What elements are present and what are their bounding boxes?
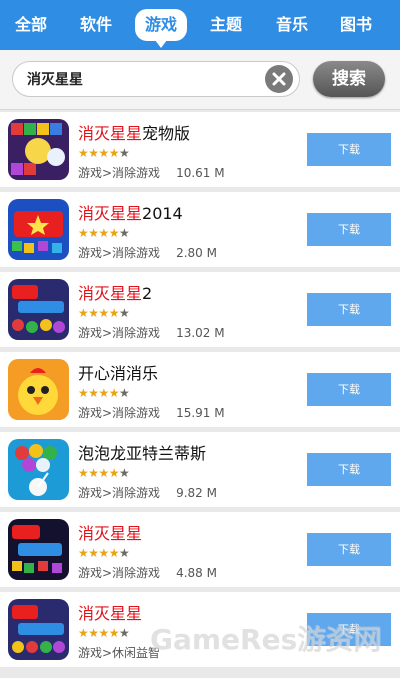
- list-item[interactable]: 消灭星星 ★★★★★ 游戏>休闲益智 下载: [0, 592, 400, 667]
- search-button[interactable]: 搜索: [313, 61, 385, 97]
- rating-stars: ★★★★★: [78, 386, 130, 400]
- download-button[interactable]: 下载: [307, 373, 391, 406]
- tab-games[interactable]: 游戏: [135, 9, 187, 48]
- app-name: 消灭星星宠物版: [78, 124, 191, 143]
- app-meta: 游戏>消除游戏 2.80 M: [78, 246, 217, 260]
- close-icon: [272, 72, 286, 86]
- download-button[interactable]: 下载: [307, 293, 391, 326]
- app-icon-happy-match: [8, 359, 69, 420]
- download-button[interactable]: 下载: [307, 213, 391, 246]
- download-button[interactable]: 下载: [307, 533, 391, 566]
- download-button[interactable]: 下载: [307, 453, 391, 486]
- rating-stars: ★★★★★: [78, 146, 130, 160]
- search-input[interactable]: [27, 62, 257, 96]
- tab-music[interactable]: 音乐: [266, 9, 318, 41]
- list-item[interactable]: 消灭星星 ★★★★★ 游戏>消除游戏 4.88 M 下载: [0, 512, 400, 587]
- app-meta: 游戏>消除游戏 15.91 M: [78, 406, 225, 420]
- list-item[interactable]: 泡泡龙亚特兰蒂斯 ★★★★★ 游戏>消除游戏 9.82 M 下载: [0, 432, 400, 507]
- list-item[interactable]: 消灭星星2 ★★★★★ 游戏>消除游戏 13.02 M 下载: [0, 272, 400, 347]
- top-nav-bar: 全部 软件 游戏 主题 音乐 图书: [0, 0, 400, 50]
- app-icon-popstar-2014: [8, 199, 69, 260]
- app-meta: 游戏>休闲益智: [78, 646, 161, 660]
- download-button[interactable]: 下载: [307, 133, 391, 166]
- app-name: 消灭星星: [78, 604, 143, 623]
- list-item[interactable]: 开心消消乐 ★★★★★ 游戏>消除游戏 15.91 M 下载: [0, 352, 400, 427]
- rating-stars: ★★★★★: [78, 546, 130, 560]
- tab-themes[interactable]: 主题: [200, 9, 252, 41]
- app-meta: 游戏>消除游戏 4.88 M: [78, 566, 217, 580]
- download-button[interactable]: 下载: [307, 613, 391, 646]
- app-icon-popstar-candy: [8, 599, 69, 660]
- rating-stars: ★★★★★: [78, 226, 130, 240]
- app-meta: 游戏>消除游戏 9.82 M: [78, 486, 217, 500]
- app-meta: 游戏>消除游戏 13.02 M: [78, 326, 225, 340]
- tab-all[interactable]: 全部: [6, 9, 56, 41]
- clear-search-button[interactable]: [265, 65, 293, 93]
- app-name: 消灭星星2014: [78, 204, 183, 223]
- active-tab-pointer: [155, 40, 167, 48]
- list-item[interactable]: 消灭星星宠物版 ★★★★★ 游戏>消除游戏 10.61 M 下载: [0, 112, 400, 187]
- tab-games-label: 游戏: [144, 15, 177, 34]
- search-bar: 搜索: [0, 50, 400, 110]
- search-field: [12, 61, 300, 97]
- app-name: 消灭星星: [78, 524, 143, 543]
- app-name: 泡泡龙亚特兰蒂斯: [78, 444, 207, 463]
- app-icon-bubble-atlantis: [8, 439, 69, 500]
- rating-stars: ★★★★★: [78, 306, 130, 320]
- app-name: 消灭星星2: [78, 284, 153, 303]
- tab-software[interactable]: 软件: [70, 9, 122, 41]
- app-icon-popstar-2: [8, 279, 69, 340]
- app-icon-popstar-pet: [8, 119, 69, 180]
- app-meta: 游戏>消除游戏 10.61 M: [78, 166, 225, 180]
- rating-stars: ★★★★★: [78, 466, 130, 480]
- list-item[interactable]: 消灭星星2014 ★★★★★ 游戏>消除游戏 2.80 M 下载: [0, 192, 400, 267]
- rating-stars: ★★★★★: [78, 626, 130, 640]
- app-name: 开心消消乐: [78, 364, 159, 383]
- tab-books[interactable]: 图书: [330, 9, 382, 41]
- app-icon-popstar: [8, 519, 69, 580]
- result-list: 消灭星星宠物版 ★★★★★ 游戏>消除游戏 10.61 M 下载 消灭星星2014…: [0, 112, 400, 672]
